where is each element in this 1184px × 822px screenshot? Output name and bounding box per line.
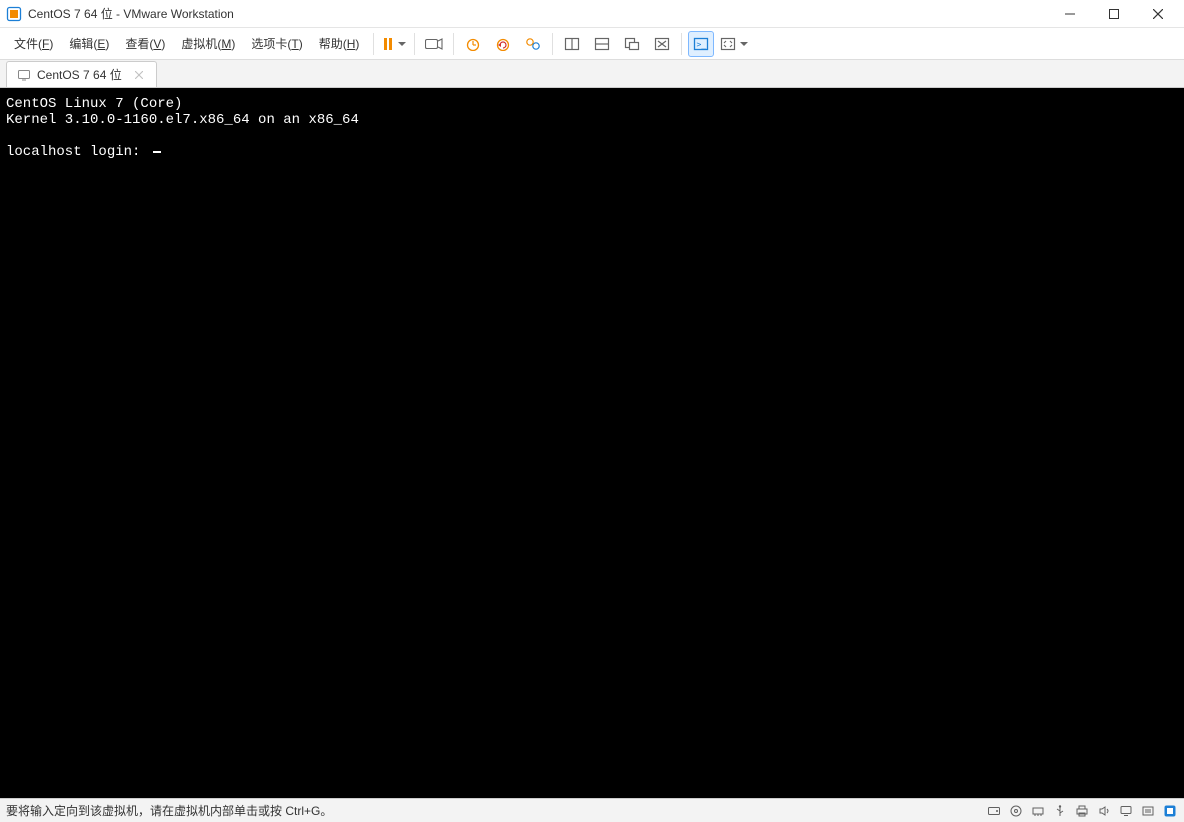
separator [453, 33, 454, 55]
cd-dvd-icon[interactable] [1008, 803, 1024, 819]
hard-disk-icon[interactable] [986, 803, 1002, 819]
titlebar: CentOS 7 64 位 - VMware Workstation [0, 0, 1184, 28]
tab-centos[interactable]: CentOS 7 64 位 [6, 61, 157, 87]
console-prompt: localhost login: [6, 144, 149, 160]
chevron-down-icon [398, 42, 406, 46]
statusbar: 要将输入定向到该虚拟机，请在虚拟机内部单击或按 Ctrl+G。 [0, 798, 1184, 822]
window-title: CentOS 7 64 位 - VMware Workstation [28, 5, 234, 22]
maximize-button[interactable] [1092, 0, 1136, 28]
toolbar-fullscreen-group: >_ [688, 31, 750, 57]
cursor-icon [153, 151, 161, 153]
display-icon[interactable] [1118, 803, 1134, 819]
console-line: CentOS Linux 7 (Core) [6, 96, 182, 112]
toolbar-view-group [559, 31, 675, 57]
window-controls [1048, 0, 1180, 28]
menu-view[interactable]: 查看(V) [117, 31, 173, 56]
close-button[interactable] [1136, 0, 1180, 28]
usb-icon[interactable] [1052, 803, 1068, 819]
toolbar-snapshot-group [460, 31, 546, 57]
toolbar-power-group [380, 31, 408, 57]
view-single-button[interactable] [559, 31, 585, 57]
view-unity-button[interactable] [619, 31, 645, 57]
svg-text:>_: >_ [697, 40, 707, 49]
tab-label: CentOS 7 64 位 [37, 66, 122, 83]
separator [552, 33, 553, 55]
status-hint: 要将输入定向到该虚拟机，请在虚拟机内部单击或按 Ctrl+G。 [6, 802, 332, 819]
separator [681, 33, 682, 55]
console-line: Kernel 3.10.0-1160.el7.x86_64 on an x86_… [6, 112, 359, 128]
menu-vm[interactable]: 虚拟机(M) [173, 31, 243, 56]
chevron-down-icon [740, 42, 748, 46]
vm-console[interactable]: CentOS Linux 7 (Core) Kernel 3.10.0-1160… [0, 88, 1184, 798]
menu-tabs[interactable]: 选项卡(T) [243, 31, 310, 56]
menu-help[interactable]: 帮助(H) [311, 31, 368, 56]
menu-file[interactable]: 文件(F) [6, 31, 61, 56]
snapshot-revert-button[interactable] [490, 31, 516, 57]
toolbar-send-group [421, 31, 447, 57]
separator [373, 33, 374, 55]
view-exclude-button[interactable] [649, 31, 675, 57]
status-device-icons [986, 803, 1178, 819]
sound-icon[interactable] [1096, 803, 1112, 819]
suspend-button[interactable] [380, 31, 408, 57]
app-icon [6, 6, 22, 22]
send-ctrl-alt-del-button[interactable] [421, 31, 447, 57]
menu-edit[interactable]: 编辑(E) [61, 31, 117, 56]
view-multi-button[interactable] [589, 31, 615, 57]
menubar: 文件(F) 编辑(E) 查看(V) 虚拟机(M) 选项卡(T) 帮助(H) [0, 28, 1184, 60]
tabbar: CentOS 7 64 位 [0, 60, 1184, 88]
printer-icon[interactable] [1074, 803, 1090, 819]
console-view-button[interactable]: >_ [688, 31, 714, 57]
snapshot-manager-button[interactable] [520, 31, 546, 57]
separator [414, 33, 415, 55]
vmtools-icon[interactable] [1162, 803, 1178, 819]
minimize-button[interactable] [1048, 0, 1092, 28]
network-adapter-icon[interactable] [1030, 803, 1046, 819]
vm-tab-icon [17, 68, 31, 82]
snapshot-take-button[interactable] [460, 31, 486, 57]
tab-close-button[interactable] [132, 68, 146, 82]
message-log-icon[interactable] [1140, 803, 1156, 819]
fullscreen-button[interactable] [718, 31, 750, 57]
